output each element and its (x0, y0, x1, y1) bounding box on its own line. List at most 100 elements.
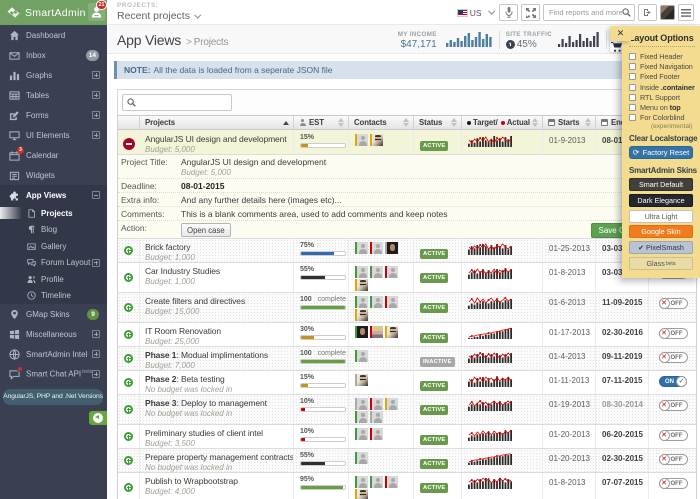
sidebar-item-smartadmin-intel[interactable]: SmartAdmin Intel (0, 344, 107, 364)
sidebar-item-miscellaneous[interactable]: Miscellaneous (0, 324, 107, 344)
minify-nav-button[interactable] (89, 411, 107, 425)
toggle-off[interactable]: ✕OFF (659, 352, 688, 363)
column-header-projects[interactable]: Projects (140, 116, 294, 129)
expand-row-button[interactable] (124, 378, 133, 387)
checkbox[interactable] (629, 73, 636, 80)
contact-avatar[interactable] (385, 296, 398, 308)
checkbox[interactable] (629, 53, 636, 60)
skin-button-google-skin[interactable]: Google Skin (629, 225, 693, 238)
expand-row-button[interactable] (124, 432, 133, 441)
expand-row-button[interactable] (124, 456, 133, 465)
checkbox[interactable] (629, 63, 636, 70)
contact-avatar[interactable] (355, 242, 368, 254)
sidebar-subitem-projects[interactable]: Projects (0, 205, 107, 222)
expand-row-button[interactable] (124, 405, 133, 414)
sidebar-subitem-timeline[interactable]: Timeline (0, 288, 107, 305)
sidebar-item-tables[interactable]: Tables (0, 85, 107, 105)
toggle-off[interactable]: ✕OFF (659, 400, 688, 411)
sidebar-subitem-gallery[interactable]: Gallery (0, 238, 107, 255)
contact-avatar[interactable] (385, 266, 398, 278)
sidebar-item-widgets[interactable]: Widgets (0, 165, 107, 185)
skin-button-smart-default[interactable]: Smart Default (629, 178, 693, 191)
toggle-off[interactable]: ✕OFF (659, 454, 688, 465)
toggle-on[interactable]: ON✓ (659, 376, 687, 387)
contact-avatar[interactable] (355, 411, 368, 423)
column-header-est[interactable]: EST (294, 116, 349, 129)
contact-avatar[interactable] (370, 242, 383, 254)
versions-button[interactable]: AngularJS, PHP and .Net Versions (3, 389, 103, 405)
voice-command-button[interactable] (499, 4, 518, 21)
collapse-row-button[interactable] (123, 138, 135, 150)
column-header-contacts[interactable]: Contacts (349, 116, 414, 129)
expand-row-button[interactable] (124, 330, 133, 339)
contact-avatar[interactable] (370, 411, 383, 423)
contact-avatar[interactable] (355, 134, 368, 146)
sidebar-item-dashboard[interactable]: Dashboard (0, 25, 107, 45)
contact-avatar[interactable] (370, 296, 383, 308)
column-header-starts[interactable]: Starts (543, 116, 596, 129)
contact-avatar[interactable] (370, 428, 383, 440)
sidebar-item-ui-elements[interactable]: UI Elements (0, 125, 107, 145)
sidebar-item-gmap-skins[interactable]: GMap Skins9 (0, 304, 107, 324)
contact-avatar[interactable] (355, 398, 368, 410)
contact-avatar[interactable] (385, 476, 398, 488)
contact-avatar[interactable] (355, 296, 368, 308)
toggle-off[interactable]: ✕OFF (659, 478, 688, 489)
expand-row-button[interactable] (124, 483, 133, 492)
table-search-input[interactable] (139, 98, 229, 108)
contact-avatar[interactable] (355, 476, 368, 488)
contact-avatar[interactable] (370, 134, 383, 146)
shopping-cart-icon[interactable] (611, 42, 622, 52)
expand-row-button[interactable] (124, 246, 133, 255)
panel-toggle-tab[interactable]: ✕ (610, 26, 631, 41)
expand-row-button[interactable] (124, 273, 133, 282)
sidebar-item-app-views[interactable]: App Views (0, 185, 107, 205)
expand-row-button[interactable] (124, 303, 133, 312)
contact-avatar[interactable] (370, 476, 383, 488)
sidebar-item-inbox[interactable]: Inbox14 (0, 45, 107, 65)
header-search-input[interactable] (549, 8, 622, 17)
contact-avatar[interactable] (370, 398, 383, 410)
contact-avatar[interactable] (355, 266, 368, 278)
skin-button-dark-elegance[interactable]: Dark Elegance (629, 194, 693, 207)
toggle-off[interactable]: ✕OFF (659, 298, 688, 309)
sidebar-item-calendar[interactable]: 3Calendar (0, 145, 107, 165)
sidebar-item-smart-chat-api[interactable]: Smart Chat APIbeta (0, 364, 107, 384)
menu-toggle-button[interactable] (678, 4, 694, 21)
contact-avatar[interactable] (355, 350, 368, 362)
sidebar-subitem-forum-layout[interactable]: Forum Layout (0, 255, 107, 272)
checkbox[interactable] (629, 84, 636, 91)
contact-avatar[interactable] (370, 326, 383, 338)
checkbox[interactable] (629, 94, 636, 101)
sidebar-item-forms[interactable]: Forms (0, 105, 107, 125)
contact-avatar[interactable] (385, 398, 398, 410)
column-header-status[interactable]: Status (414, 116, 462, 129)
contact-avatar[interactable] (355, 428, 368, 440)
user-avatar[interactable] (660, 5, 675, 20)
skin-button-glass[interactable]: Glassbeta (629, 257, 693, 270)
factory-reset-button[interactable]: ⟳Factory Reset (629, 146, 693, 159)
fullscreen-button[interactable] (521, 4, 540, 21)
search-icon[interactable] (622, 8, 631, 17)
skin-button-ultra-light[interactable]: Ultra Light (629, 210, 693, 223)
project-selector-dropdown[interactable]: Recent projects (117, 10, 198, 22)
sidebar-subitem-blog[interactable]: Blog (0, 222, 107, 239)
contact-avatar[interactable] (355, 452, 368, 464)
toggle-off[interactable]: ✕OFF (659, 430, 688, 441)
contact-avatar[interactable] (355, 326, 368, 338)
contact-avatar[interactable] (370, 266, 383, 278)
contact-avatar[interactable] (385, 242, 398, 254)
close-icon[interactable]: ✕ (617, 29, 625, 38)
checkbox[interactable] (629, 114, 636, 121)
contact-avatar[interactable] (355, 309, 368, 321)
skin-button-pixelsmash[interactable]: ✔PixelSmash (629, 241, 693, 254)
language-selector[interactable]: US (457, 8, 492, 18)
column-header-target-actual[interactable]: Target/Actual (462, 116, 543, 129)
contact-avatar[interactable] (385, 326, 398, 338)
toggle-off[interactable]: ✕OFF (659, 328, 688, 339)
checkbox[interactable] (629, 104, 636, 111)
sidebar-item-graphs[interactable]: Graphs (0, 65, 107, 85)
logout-button[interactable] (638, 4, 657, 21)
contact-avatar[interactable] (355, 489, 368, 499)
sidebar-subitem-profile[interactable]: Profile (0, 271, 107, 288)
